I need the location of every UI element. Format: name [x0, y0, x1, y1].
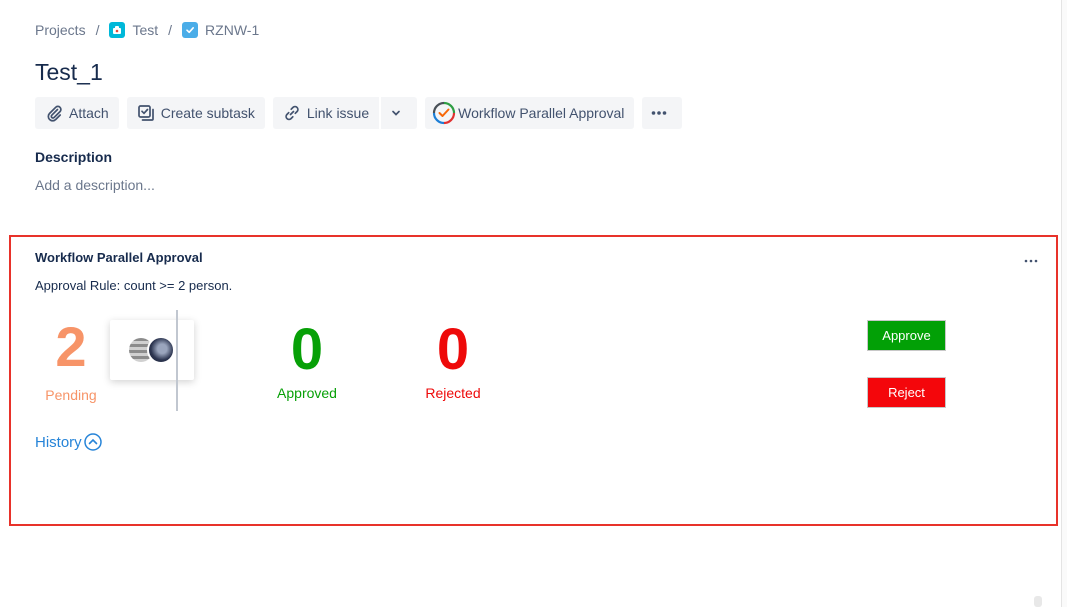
description-label: Description: [35, 149, 113, 165]
link-issue-dropdown[interactable]: [381, 97, 418, 129]
rejected-count-block: 0 Rejected: [421, 317, 485, 402]
pending-label: Pending: [45, 387, 97, 403]
avatar[interactable]: [147, 336, 175, 364]
chevron-down-icon: [392, 110, 400, 116]
breadcrumb-separator: /: [168, 22, 173, 38]
create-subtask-label: Create subtask: [160, 105, 255, 121]
issue-toolbar: Attach Create subtask Link issue Workflo…: [35, 97, 690, 129]
history-label: History: [35, 433, 82, 451]
workflow-parallel-approval-label: Workflow Parallel Approval: [458, 105, 625, 121]
breadcrumb-issue-key: RZNW-1: [205, 22, 260, 38]
panel-title: Workflow Parallel Approval: [35, 250, 203, 265]
approval-rule: Approval Rule: count >= 2 person.: [35, 278, 233, 293]
link-icon: [285, 105, 299, 121]
approve-button[interactable]: Approve: [867, 320, 946, 351]
create-subtask-button[interactable]: Create subtask: [126, 97, 265, 129]
pending-count: 2: [55, 315, 87, 378]
chevron-up-circle-icon: [83, 433, 102, 451]
approved-count: 0: [290, 317, 324, 382]
history-toggle[interactable]: History: [35, 433, 102, 451]
divider: [176, 310, 178, 411]
pending-count-block: 2 Pending: [41, 315, 101, 404]
breadcrumb-separator: /: [95, 22, 100, 38]
rejected-count: 0: [436, 317, 470, 382]
workflow-approval-panel: Workflow Parallel Approval Approval Rule…: [9, 235, 1058, 526]
issue-title[interactable]: Test_1: [35, 59, 103, 86]
task-type-icon: [182, 22, 199, 38]
approved-count-block: 0 Approved: [273, 317, 341, 402]
attach-button[interactable]: Attach: [35, 97, 119, 129]
more-actions-button[interactable]: [642, 97, 683, 129]
rejected-label: Rejected: [425, 385, 481, 401]
project-avatar-icon: [109, 22, 126, 38]
link-issue-button[interactable]: Link issue: [272, 97, 380, 129]
link-issue-label: Link issue: [306, 105, 370, 121]
workflow-parallel-approval-button[interactable]: Workflow Parallel Approval: [425, 97, 635, 129]
reject-button[interactable]: Reject: [867, 377, 946, 408]
paperclip-icon: [47, 105, 62, 122]
scroll-handle[interactable]: [1034, 596, 1042, 607]
pending-approvers-popover: [110, 320, 194, 380]
approved-label: Approved: [277, 385, 337, 401]
breadcrumb-project[interactable]: Test: [109, 22, 158, 38]
workflow-approval-icon: [433, 101, 456, 125]
breadcrumb-issue[interactable]: RZNW-1: [182, 22, 259, 38]
breadcrumb-project-label: Test: [132, 22, 159, 38]
subtask-icon: [137, 105, 154, 121]
breadcrumb-projects[interactable]: Projects: [35, 22, 86, 38]
description-field[interactable]: Add a description...: [35, 177, 155, 193]
more-horizontal-icon: [652, 111, 667, 115]
breadcrumb: Projects / Test / RZNW-1: [35, 22, 259, 38]
more-horizontal-icon: [1024, 259, 1038, 263]
attach-label: Attach: [69, 105, 109, 121]
scrollbar[interactable]: [1061, 0, 1067, 607]
panel-more-button[interactable]: [1024, 251, 1038, 267]
